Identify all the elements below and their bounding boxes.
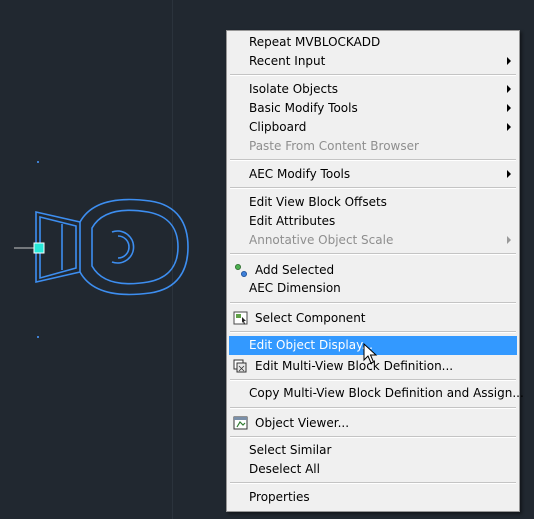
menu-item-edit-attributes[interactable]: Edit Attributes xyxy=(229,212,517,231)
menu-item-label: Repeat MVBLOCKADD xyxy=(249,35,381,49)
menu-separator xyxy=(230,436,516,438)
submenu-arrow-icon xyxy=(507,85,511,93)
submenu-arrow-icon xyxy=(507,57,511,65)
menu-separator xyxy=(230,253,516,255)
menu-item-label: Copy Multi-View Block Definition and Ass… xyxy=(249,386,524,400)
mouse-pointer-icon xyxy=(363,343,378,364)
menu-item-repeat[interactable]: Repeat MVBLOCKADD xyxy=(229,33,517,52)
menu-item-label: AEC Dimension xyxy=(249,281,341,295)
menu-item-label: Paste From Content Browser xyxy=(249,139,419,153)
menu-item-label: Select Component xyxy=(255,311,366,325)
menu-item-basic-modify-tools[interactable]: Basic Modify Tools xyxy=(229,99,517,118)
object-viewer-icon xyxy=(233,416,248,430)
menu-item-label: Basic Modify Tools xyxy=(249,101,358,115)
menu-item-label: Edit View Block Offsets xyxy=(249,195,387,209)
menu-separator xyxy=(230,159,516,161)
menu-item-copy-multi-view-block-definition[interactable]: Copy Multi-View Block Definition and Ass… xyxy=(229,384,524,403)
toilet-block-drawing[interactable] xyxy=(0,0,226,519)
context-menu: Repeat MVBLOCKADD Recent Input Isolate O… xyxy=(226,30,524,512)
menu-item-label: Edit Object Display... xyxy=(249,338,373,352)
menu-item-select-component[interactable]: Select Component xyxy=(229,309,517,328)
menu-separator xyxy=(230,187,516,189)
multi-view-block-icon xyxy=(233,359,247,373)
menu-item-aec-modify-tools[interactable]: AEC Modify Tools xyxy=(229,165,517,184)
select-component-icon xyxy=(233,311,248,325)
menu-item-recent-input[interactable]: Recent Input xyxy=(229,52,517,71)
menu-item-edit-view-block-offsets[interactable]: Edit View Block Offsets xyxy=(229,193,517,212)
menu-item-label: Isolate Objects xyxy=(249,82,339,96)
menu-item-label: Object Viewer... xyxy=(255,416,350,430)
menu-item-label: AEC Modify Tools xyxy=(249,167,351,181)
menu-item-annotative-object-scale: Annotative Object Scale xyxy=(229,231,517,250)
menu-item-label: Properties xyxy=(249,490,310,504)
submenu-arrow-icon xyxy=(507,236,511,244)
menu-item-isolate-objects[interactable]: Isolate Objects xyxy=(229,80,517,99)
add-selected-icon xyxy=(235,264,247,277)
menu-separator xyxy=(230,74,516,76)
menu-item-aec-dimension[interactable]: AEC Dimension xyxy=(229,279,517,298)
submenu-arrow-icon xyxy=(507,104,511,112)
menu-item-label: Clipboard xyxy=(249,120,307,134)
menu-item-add-selected[interactable]: Add Selected xyxy=(229,261,517,280)
menu-item-label: Edit Attributes xyxy=(249,214,336,228)
submenu-arrow-icon xyxy=(507,123,511,131)
menu-item-label: Deselect All xyxy=(249,462,320,476)
menu-separator xyxy=(230,482,516,484)
menu-item-paste-from-content-browser: Paste From Content Browser xyxy=(229,137,517,156)
menu-separator xyxy=(230,379,516,381)
menu-item-label: Recent Input xyxy=(249,54,326,68)
toilet-outline xyxy=(35,198,189,296)
menu-separator xyxy=(230,407,516,409)
menu-item-label: Annotative Object Scale xyxy=(249,233,394,247)
menu-item-properties[interactable]: Properties xyxy=(229,488,517,507)
menu-separator xyxy=(230,331,516,333)
menu-item-clipboard[interactable]: Clipboard xyxy=(229,118,517,137)
submenu-arrow-icon xyxy=(507,170,511,178)
menu-separator xyxy=(230,302,516,304)
menu-item-deselect-all[interactable]: Deselect All xyxy=(229,460,517,479)
insertion-grip[interactable] xyxy=(33,242,45,254)
menu-item-label: Edit Multi-View Block Definition... xyxy=(255,359,454,373)
menu-item-label: Select Similar xyxy=(249,443,332,457)
menu-item-label: Add Selected xyxy=(255,263,335,277)
menu-item-select-similar[interactable]: Select Similar xyxy=(229,441,517,460)
menu-item-object-viewer[interactable]: Object Viewer... xyxy=(229,414,517,433)
